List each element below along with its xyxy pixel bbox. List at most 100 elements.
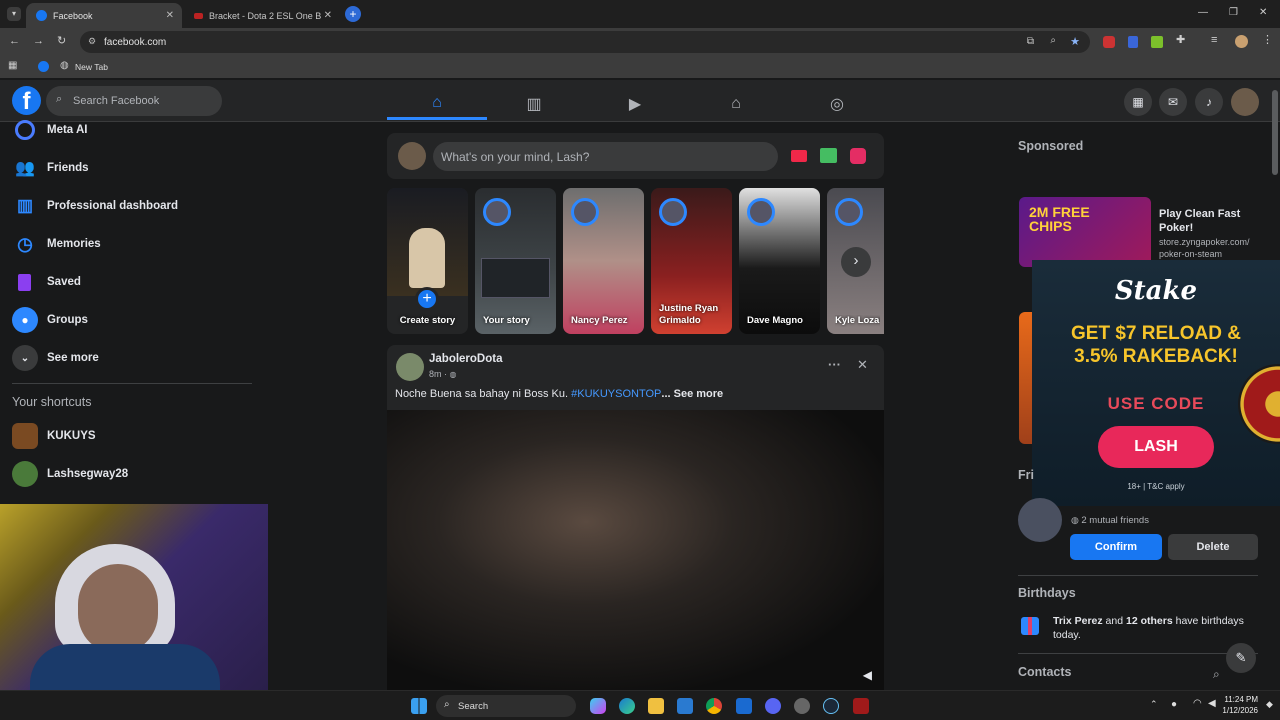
contacts-search-icon[interactable]: ⌕ [1213, 667, 1220, 682]
tab-bracket[interactable]: Bracket - Dota 2 ESL One Birmin ✕ [184, 3, 340, 28]
sidebar-item-groups[interactable]: ● Groups [12, 305, 88, 335]
file-explorer-icon[interactable] [648, 698, 664, 714]
settings-icon[interactable] [794, 698, 810, 714]
menu-grid-button[interactable]: ▦ [1124, 88, 1152, 116]
tab-search-icon[interactable]: ▾ [7, 7, 21, 21]
install-app-icon[interactable]: ⧉ [1027, 36, 1034, 47]
nav-video[interactable]: ▶ [585, 88, 685, 120]
extension-1-icon[interactable] [1103, 36, 1115, 48]
nav-dashboard[interactable]: ▥ [484, 88, 584, 120]
post-author-name[interactable]: JaboleroDota [429, 353, 503, 365]
microphone-icon[interactable]: ● [1171, 699, 1177, 710]
close-tab-icon[interactable]: ✕ [324, 10, 332, 21]
messenger-button[interactable]: ✉ [1159, 88, 1187, 116]
stories-next-button[interactable]: › [841, 247, 871, 277]
sidebar-item-meta-ai[interactable]: Meta AI [12, 115, 87, 145]
extensions-puzzle-icon[interactable]: ✚ [1176, 35, 1185, 46]
extension-2-icon[interactable] [1128, 36, 1138, 48]
wifi-icon[interactable]: ◠ [1193, 698, 1202, 709]
site-info-icon[interactable]: ⚙ [88, 36, 96, 47]
back-icon[interactable]: ← [9, 36, 20, 47]
address-bar[interactable]: ⚙ facebook.com ⧉ ⌕ ★ [80, 31, 1090, 53]
nav-home[interactable]: ⌂ [387, 88, 487, 120]
chrome-icon[interactable] [706, 698, 722, 714]
forward-icon[interactable]: → [33, 36, 44, 47]
composer-input[interactable]: What's on your mind, Lash? [433, 142, 778, 171]
profile-avatar-icon[interactable] [1235, 35, 1248, 48]
sidebar-item-saved[interactable]: Saved [12, 267, 81, 297]
close-window-button[interactable]: ✕ [1259, 8, 1267, 18]
steam-icon[interactable] [823, 698, 839, 714]
discord-icon[interactable] [765, 698, 781, 714]
ad-image[interactable]: 2M FREE CHIPS [1019, 197, 1151, 267]
lashsegway28-avatar [12, 461, 38, 487]
post-video[interactable]: ◀︎ [387, 410, 884, 690]
story-create[interactable]: + Create story [387, 188, 468, 334]
new-message-button[interactable]: ✎ [1226, 643, 1256, 673]
confirm-button[interactable]: Confirm [1070, 534, 1162, 560]
ad-url: store.zyngapoker.com/ poker-on-steam [1159, 237, 1250, 259]
nav-groups[interactable]: ◎ [787, 88, 887, 120]
store-icon[interactable] [677, 698, 693, 714]
composer-avatar[interactable] [398, 142, 426, 170]
tray-overflow-icon[interactable]: ⌃ [1150, 699, 1158, 710]
friend-request-avatar[interactable] [1018, 498, 1062, 542]
taskbar-search[interactable]: ⌕ Search [436, 695, 576, 717]
clock[interactable]: 11:24 PM 1/12/2026 [1222, 694, 1258, 716]
tab-facebook[interactable]: Facebook ✕ [26, 3, 182, 28]
mute-icon[interactable]: ◀︎ [863, 668, 872, 682]
reload-icon[interactable]: ↻ [57, 36, 66, 47]
post-timestamp[interactable]: 8m · ◍ [429, 369, 457, 379]
create-story-plus-icon[interactable]: + [415, 287, 439, 311]
zoom-icon[interactable]: ⌕ [1050, 35, 1056, 46]
post-hashtag-link[interactable]: #KUKUYSONTOP [571, 388, 661, 400]
apps-grid-icon[interactable]: ▦ [8, 61, 17, 71]
minimize-button[interactable]: — [1198, 8, 1208, 18]
post-close-icon[interactable]: ✕ [857, 357, 868, 373]
sidebar-item-friends[interactable]: 👥 Friends [12, 153, 89, 183]
new-tab-button[interactable]: + [345, 6, 361, 22]
restore-button[interactable]: ❐ [1229, 8, 1238, 18]
nav-marketplace[interactable]: ⌂ [686, 88, 786, 120]
url-text: facebook.com [104, 36, 167, 48]
groups-nav-icon: ◎ [830, 96, 844, 113]
windows-start-icon[interactable] [411, 698, 427, 714]
story-dave-magno[interactable]: Dave Magno [739, 188, 820, 334]
ad-title[interactable]: Play Clean Fast Poker! [1159, 207, 1269, 235]
bookmark-new-tab[interactable]: New Tab [75, 62, 108, 72]
shortcut-kukuys[interactable]: KUKUYS [12, 421, 96, 451]
delete-button[interactable]: Delete [1168, 534, 1258, 560]
story-nancy-perez[interactable]: Nancy Perez [563, 188, 644, 334]
mail-icon[interactable] [736, 698, 752, 714]
sidebar-item-see-more[interactable]: ⌄ See more [12, 343, 99, 373]
post-more-button[interactable]: ··· [828, 357, 841, 372]
edge-icon[interactable] [619, 698, 635, 714]
dota2-icon[interactable] [853, 698, 869, 714]
facebook-bookmark-icon[interactable] [38, 61, 49, 72]
sidebar-item-professional-dashboard[interactable]: ▥ Professional dashboard [12, 191, 178, 221]
close-tab-icon[interactable]: ✕ [166, 10, 174, 21]
bookmark-star-icon[interactable]: ★ [1070, 35, 1080, 48]
extension-3-icon[interactable] [1151, 36, 1163, 48]
birthday-name[interactable]: Trix Perez [1053, 615, 1103, 627]
page-scrollbar[interactable] [1272, 90, 1278, 175]
facebook-logo[interactable]: f [12, 86, 41, 115]
sidebar-item-memories[interactable]: ◷ Memories [12, 229, 101, 259]
post-author-avatar[interactable] [396, 353, 424, 381]
reading-list-icon[interactable]: ≡ [1211, 35, 1217, 46]
browser-menu-icon[interactable]: ⋮ [1262, 35, 1273, 46]
volume-icon[interactable]: ◀ [1208, 698, 1216, 709]
account-avatar[interactable] [1231, 88, 1259, 116]
story-justine-ryan-grimaldo[interactable]: Justine Ryan Grimaldo [651, 188, 732, 334]
reel-icon[interactable] [850, 148, 866, 164]
see-more-link[interactable]: ... See more [661, 388, 723, 400]
shortcut-lashsegway28[interactable]: Lashsegway28 [12, 459, 128, 489]
live-video-icon[interactable] [791, 150, 807, 162]
notifications-button[interactable]: ♪ [1195, 88, 1223, 116]
photo-video-icon[interactable] [820, 148, 837, 163]
story-your-story[interactable]: Your story [475, 188, 556, 334]
search-input[interactable]: ⌕ Search Facebook [46, 86, 222, 116]
birthday-others[interactable]: 12 others [1126, 615, 1173, 627]
copilot-icon[interactable] [590, 698, 606, 714]
notification-bell-icon[interactable]: ◆ [1266, 699, 1273, 710]
